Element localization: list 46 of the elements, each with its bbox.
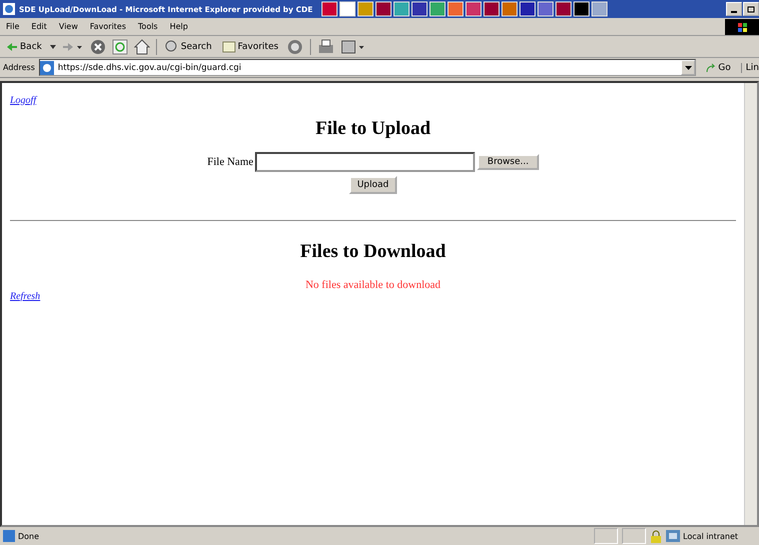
scrollbar[interactable] bbox=[744, 83, 757, 525]
computer-icon bbox=[666, 530, 680, 542]
page-icon bbox=[40, 60, 54, 74]
download-heading: Files to Download bbox=[300, 241, 446, 263]
caret-icon[interactable] bbox=[50, 44, 56, 48]
windows-logo-icon bbox=[725, 18, 759, 34]
browser-icon bbox=[2, 2, 16, 16]
upload-heading: File to Upload bbox=[315, 118, 431, 140]
browse-button[interactable]: Browse... bbox=[477, 154, 539, 170]
favorites-button[interactable]: Favorites bbox=[220, 40, 280, 54]
dropdown-button[interactable] bbox=[681, 60, 696, 75]
restore-icon bbox=[747, 5, 755, 13]
menu-item[interactable]: Help bbox=[170, 22, 188, 31]
upload-button[interactable]: Upload bbox=[349, 176, 397, 194]
folder-icon bbox=[222, 40, 236, 54]
restore-button[interactable] bbox=[743, 2, 759, 16]
refresh-icon[interactable] bbox=[112, 38, 128, 54]
page-icon bbox=[3, 530, 15, 542]
globe-icon bbox=[164, 40, 179, 54]
address-label: Address bbox=[3, 63, 35, 72]
links-button[interactable]: Lin bbox=[740, 62, 759, 72]
lock-icon bbox=[650, 530, 662, 542]
menu-item[interactable]: Tools bbox=[138, 22, 158, 31]
go-button[interactable]: Go bbox=[700, 62, 737, 74]
file-name-label: File Name bbox=[207, 156, 254, 168]
menu-item[interactable]: View bbox=[58, 22, 78, 31]
status-text: Done bbox=[3, 530, 40, 542]
file-name-field[interactable] bbox=[255, 152, 476, 172]
home-icon[interactable] bbox=[134, 38, 150, 54]
menu-item[interactable]: Edit bbox=[31, 22, 47, 31]
printer-icon[interactable] bbox=[317, 38, 336, 54]
logoff-link[interactable]: Logoff bbox=[10, 95, 36, 106]
empty-message: No files available to download bbox=[305, 279, 441, 291]
address-field[interactable]: https://sde.dhs.vic.gov.au/cgi-bin/guard.cgi bbox=[38, 59, 696, 76]
forward-arrow-icon[interactable] bbox=[62, 40, 84, 52]
menu-item[interactable]: File bbox=[6, 22, 20, 31]
back-arrow-icon bbox=[6, 42, 18, 52]
back-button[interactable]: Back bbox=[4, 42, 44, 52]
menu-item[interactable]: Favorites bbox=[90, 22, 126, 31]
zone-text: Local intranet bbox=[666, 530, 756, 542]
minimize-button[interactable] bbox=[726, 2, 742, 16]
stop-icon[interactable] bbox=[90, 38, 106, 54]
search-button[interactable]: Search bbox=[162, 40, 214, 54]
go-arrow-icon bbox=[706, 62, 716, 72]
refresh-link[interactable]: Refresh bbox=[10, 291, 40, 302]
caret-icon bbox=[684, 66, 692, 70]
